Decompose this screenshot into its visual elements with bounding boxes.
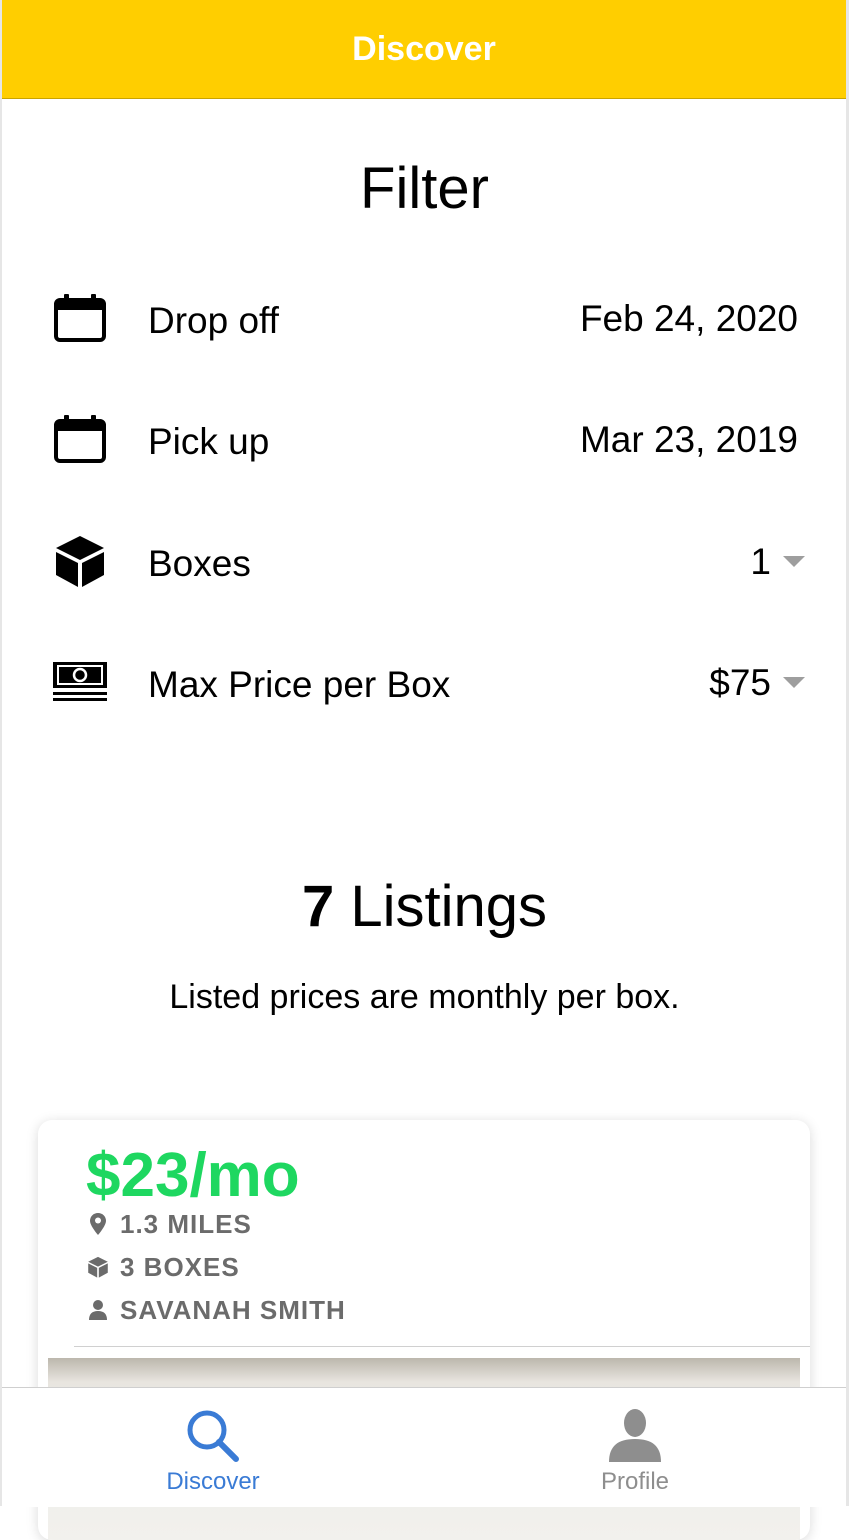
pick-up-label: Pick up <box>148 421 270 462</box>
tab-discover[interactable]: Discover <box>2 1388 424 1507</box>
listing-distance-text: 1.3 MILES <box>120 1208 252 1239</box>
person-icon <box>86 1299 110 1321</box>
listings-heading: 7 Listings <box>0 873 849 940</box>
money-icon <box>52 652 108 712</box>
listing-boxes: 3 BOXES <box>86 1249 240 1285</box>
drop-off-label: Drop off <box>148 300 279 341</box>
boxes-select-value[interactable]: 1 <box>750 541 771 583</box>
listing-owner: SAVANAH SMITH <box>86 1292 346 1328</box>
filter-row-pick-up[interactable]: Pick up Mar 23, 2019 <box>0 409 849 469</box>
listings-count: 7 <box>301 874 335 939</box>
tab-profile[interactable]: Profile <box>424 1388 846 1507</box>
filter-row-boxes[interactable]: Boxes 1 <box>0 531 849 591</box>
listings-title-text: Listings <box>350 874 548 939</box>
header-title: Discover <box>352 29 496 68</box>
listing-distance: 1.3 MILES <box>86 1206 252 1242</box>
tab-discover-label: Discover <box>166 1468 260 1495</box>
max-price-label: Max Price per Box <box>148 664 451 705</box>
filter-row-drop-off[interactable]: Drop off Feb 24, 2020 <box>0 288 849 348</box>
listing-owner-text: SAVANAH SMITH <box>120 1294 346 1325</box>
drop-off-date[interactable]: Feb 24, 2020 <box>580 298 798 340</box>
listing-price: $23/mo <box>86 1141 300 1210</box>
tab-profile-label: Profile <box>600 1468 670 1495</box>
calendar-icon <box>52 288 108 348</box>
max-price-select-value[interactable]: $75 <box>709 662 771 704</box>
map-pin-icon <box>86 1213 110 1235</box>
box-icon <box>86 1256 110 1278</box>
search-icon <box>2 1408 424 1462</box>
tab-bar: Discover Profile <box>2 1387 846 1507</box>
boxes-label: Boxes <box>148 543 251 584</box>
filter-row-max-price[interactable]: Max Price per Box $75 <box>0 652 849 712</box>
calendar-icon <box>52 409 108 469</box>
card-divider <box>74 1346 810 1347</box>
box-icon <box>52 531 108 591</box>
filter-title: Filter <box>360 156 489 221</box>
listings-subtitle: Listed prices are monthly per box. <box>169 978 680 1016</box>
app-header: Discover <box>2 0 846 99</box>
pick-up-date[interactable]: Mar 23, 2019 <box>580 419 798 461</box>
chevron-down-icon[interactable] <box>783 677 805 688</box>
chevron-down-icon[interactable] <box>783 556 805 567</box>
listing-boxes-text: 3 BOXES <box>120 1251 240 1282</box>
person-icon <box>424 1408 846 1462</box>
